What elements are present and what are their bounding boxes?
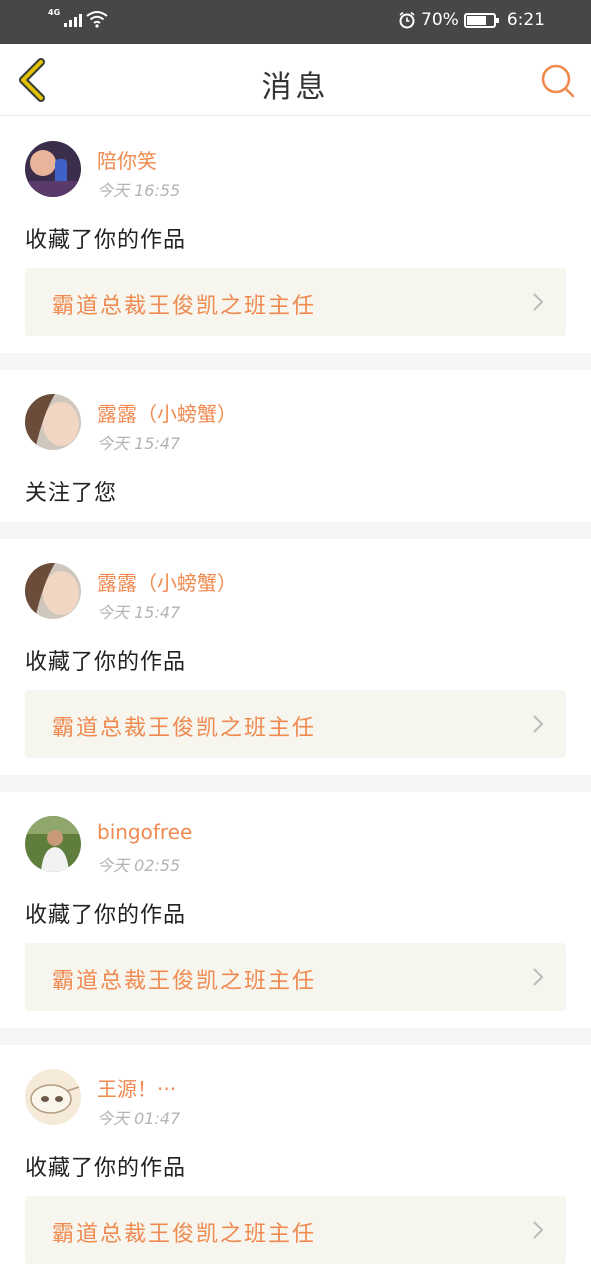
chevron-right-icon — [533, 1221, 544, 1239]
divider — [0, 353, 591, 370]
timestamp: 今天 02:55 — [97, 856, 181, 875]
avatar[interactable] — [25, 141, 81, 197]
action-text: 收藏了你的作品 — [25, 228, 187, 253]
divider — [0, 1028, 591, 1045]
timestamp: 今天 15:47 — [97, 603, 181, 622]
avatar[interactable] — [25, 394, 81, 450]
timestamp: 今天 16:55 — [97, 181, 181, 200]
divider — [0, 775, 591, 792]
username[interactable]: bingofree — [97, 820, 192, 844]
work-link[interactable]: 霸道总裁王俊凯之班主任 — [25, 943, 566, 1011]
list-item: 露露（小螃蟹） 今天 15:47 关注了您 — [0, 370, 591, 522]
work-title: 霸道总裁王俊凯之班主任 — [52, 716, 317, 741]
status-bar: 4G 70% 6:21 — [0, 0, 591, 44]
message-feed: 陪你笑 今天 16:55 收藏了你的作品 霸道总裁王俊凯之班主任 露露（小螃蟹）… — [0, 117, 591, 1280]
action-text: 收藏了你的作品 — [25, 650, 187, 675]
signal-icon — [64, 11, 83, 27]
work-title: 霸道总裁王俊凯之班主任 — [52, 1222, 317, 1247]
chevron-right-icon — [533, 293, 544, 311]
divider — [0, 522, 591, 539]
work-link[interactable]: 霸道总裁王俊凯之班主任 — [25, 1196, 566, 1264]
wifi-icon — [86, 11, 108, 28]
battery-fill — [466, 15, 487, 25]
work-link[interactable]: 霸道总裁王俊凯之班主任 — [25, 268, 566, 336]
work-link[interactable]: 霸道总裁王俊凯之班主任 — [25, 690, 566, 758]
nav-bar: 消息 — [0, 44, 591, 116]
work-title: 霸道总裁王俊凯之班主任 — [52, 294, 317, 319]
avatar[interactable] — [25, 816, 81, 872]
avatar[interactable] — [25, 563, 81, 619]
username[interactable]: 露露（小螃蟹） — [97, 398, 237, 427]
list-item: bingofree 今天 02:55 收藏了你的作品 霸道总裁王俊凯之班主任 — [0, 792, 591, 1028]
username[interactable]: 陪你笑 — [97, 145, 157, 174]
list-item: 王源！··· 今天 01:47 收藏了你的作品 霸道总裁王俊凯之班主任 — [0, 1045, 591, 1280]
list-item: 露露（小螃蟹） 今天 15:47 收藏了你的作品 霸道总裁王俊凯之班主任 — [0, 539, 591, 775]
status-right: 70% 6:21 — [398, 10, 545, 30]
username[interactable]: 露露（小螃蟹） — [97, 567, 237, 596]
action-text: 收藏了你的作品 — [25, 1156, 187, 1181]
page-title: 消息 — [261, 70, 330, 105]
timestamp: 今天 15:47 — [97, 434, 181, 453]
chevron-right-icon — [533, 715, 544, 733]
chevron-right-icon — [533, 968, 544, 986]
search-button[interactable] — [539, 62, 577, 100]
battery-percent: 70% — [421, 10, 459, 30]
clock: 6:21 — [506, 10, 545, 30]
battery-icon — [463, 12, 499, 28]
work-title: 霸道总裁王俊凯之班主任 — [52, 969, 317, 994]
avatar[interactable] — [25, 1069, 81, 1125]
status-left: 4G — [48, 7, 108, 28]
list-item: 陪你笑 今天 16:55 收藏了你的作品 霸道总裁王俊凯之班主任 — [0, 117, 591, 353]
username[interactable]: 王源！··· — [97, 1073, 176, 1102]
search-icon — [541, 64, 575, 98]
network-type: 4G — [48, 7, 61, 17]
action-text: 关注了您 — [25, 481, 118, 506]
action-text: 收藏了你的作品 — [25, 903, 187, 928]
alarm-icon — [399, 11, 415, 29]
timestamp: 今天 01:47 — [97, 1109, 181, 1128]
